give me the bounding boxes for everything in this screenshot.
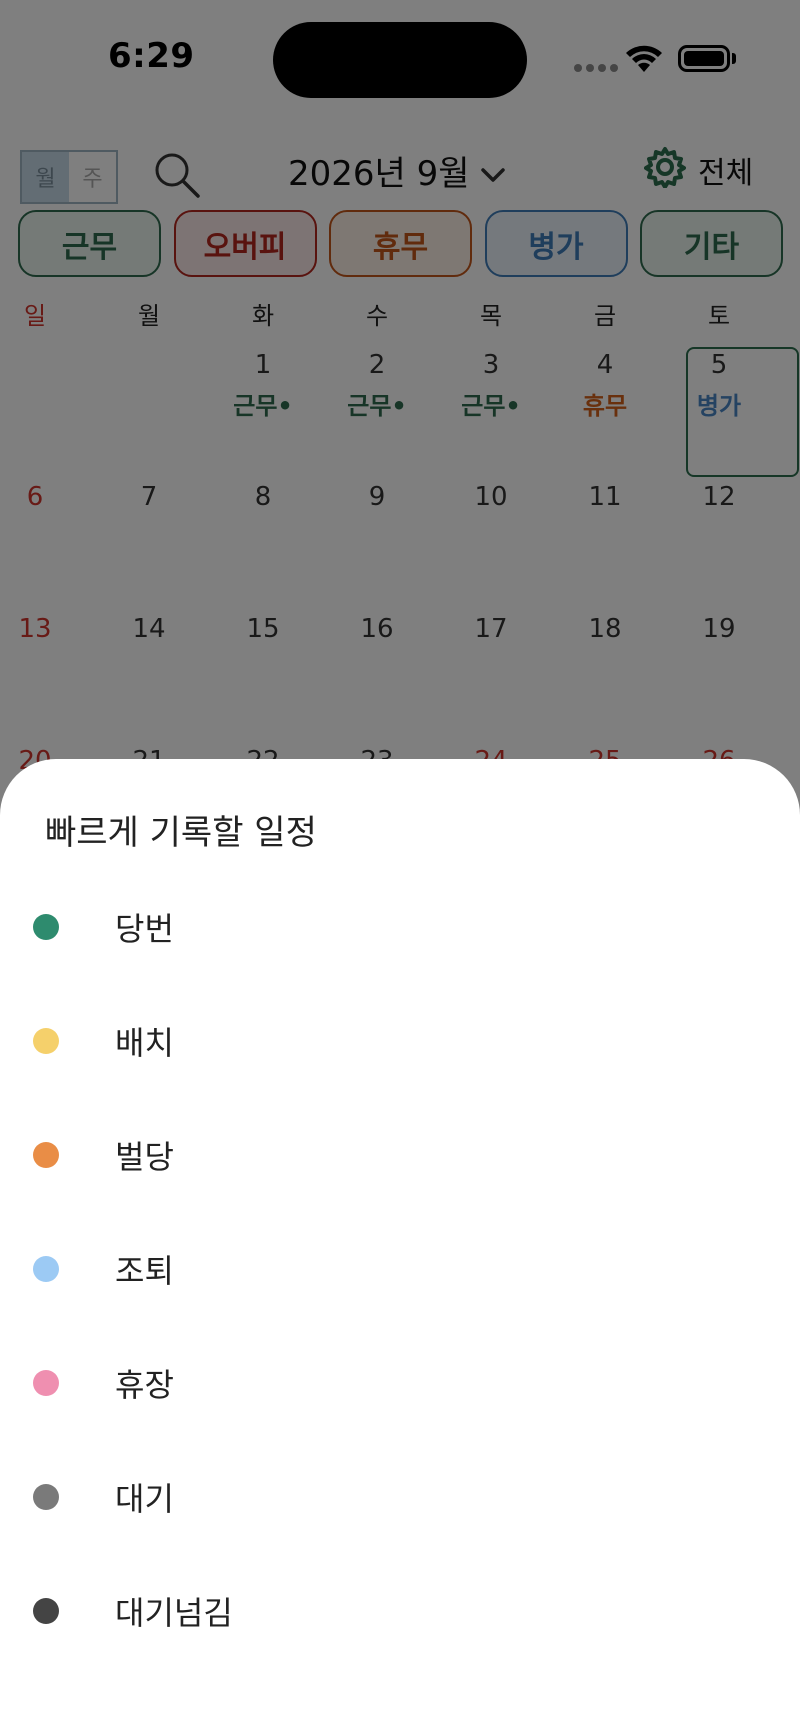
quick-record-option[interactable]: 벌당 [0, 1105, 800, 1205]
quick-record-option[interactable]: 대기넘김 [0, 1561, 800, 1661]
color-dot-icon [33, 1598, 59, 1624]
option-label: 당번 [115, 910, 174, 948]
quick-record-sheet: 빠르게 기록할 일정 당번배치벌당조퇴휴장대기대기넘김 [0, 759, 800, 1734]
option-label: 대기넘김 [115, 1594, 233, 1632]
quick-record-option[interactable]: 당번 [0, 877, 800, 977]
quick-record-option[interactable]: 휴장 [0, 1333, 800, 1433]
color-dot-icon [33, 1142, 59, 1168]
option-label: 벌당 [115, 1138, 174, 1176]
color-dot-icon [33, 1028, 59, 1054]
calendar-app: 6:29 월 주 2026년 9월 전체 근무오버피휴무병가기타 일월화수목금토 [0, 0, 800, 1734]
color-dot-icon [33, 1370, 59, 1396]
option-label: 배치 [115, 1024, 174, 1062]
sheet-title: 빠르게 기록할 일정 [45, 813, 317, 853]
color-dot-icon [33, 1484, 59, 1510]
option-label: 휴장 [115, 1366, 174, 1404]
color-dot-icon [33, 914, 59, 940]
quick-record-option[interactable]: 배치 [0, 991, 800, 1091]
quick-record-option[interactable]: 조퇴 [0, 1219, 800, 1319]
quick-record-option[interactable]: 대기 [0, 1447, 800, 1547]
option-label: 대기 [115, 1480, 174, 1518]
color-dot-icon [33, 1256, 59, 1282]
option-label: 조퇴 [115, 1252, 174, 1290]
